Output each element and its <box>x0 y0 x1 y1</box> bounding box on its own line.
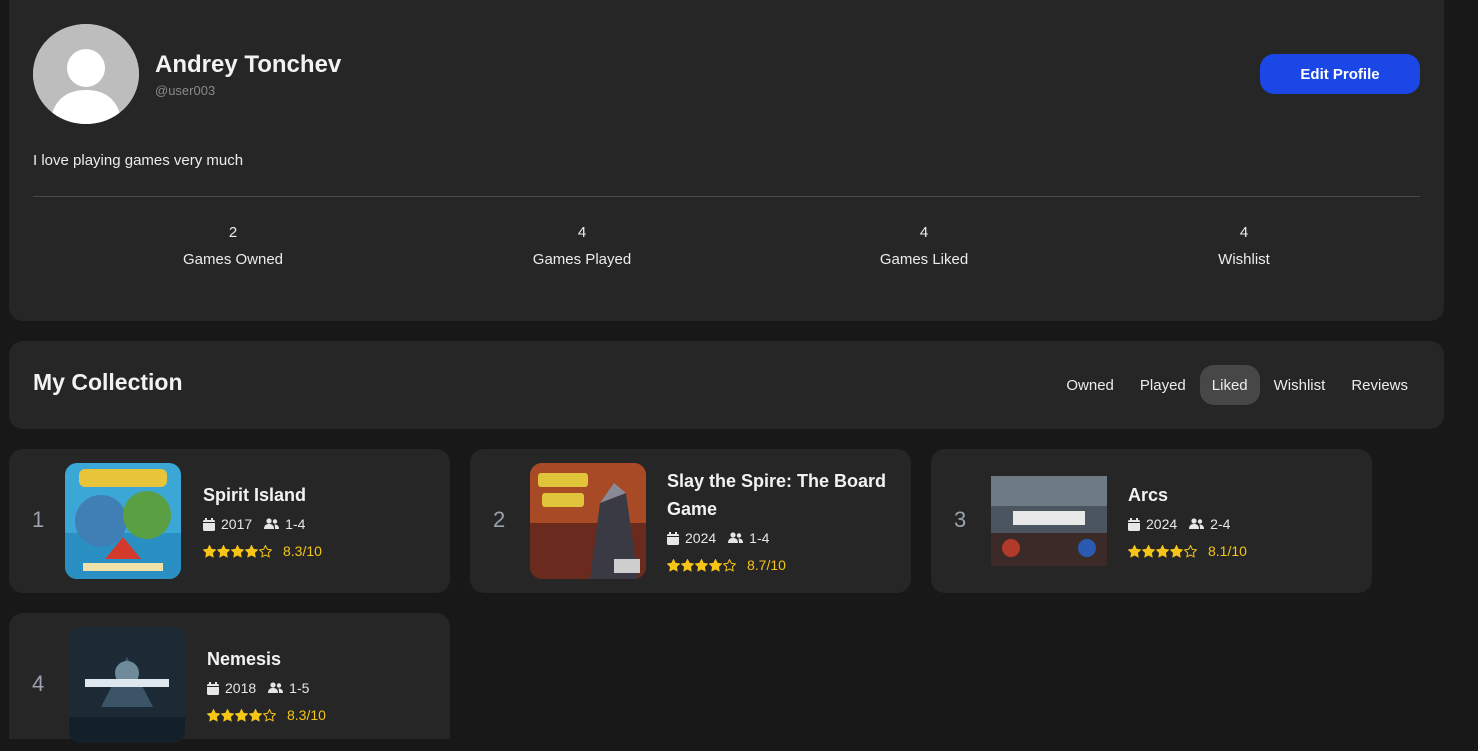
star-filled-icon <box>709 558 722 572</box>
calendar-icon <box>207 681 219 695</box>
tab-wishlist[interactable]: Wishlist <box>1262 365 1338 405</box>
game-card-nemesis[interactable]: 4 Nemesis 2018 1-5 8.3/10 <box>9 613 450 743</box>
game-title[interactable]: Slay the Spire: The Board Game <box>667 467 887 523</box>
game-rating: 8.1/10 <box>1128 543 1247 559</box>
star-filled-icon <box>231 544 244 558</box>
game-cover-image[interactable] <box>65 463 181 579</box>
star-filled-icon <box>667 558 680 572</box>
game-meta: 2017 1-4 <box>203 516 305 532</box>
tab-liked[interactable]: Liked <box>1199 365 1260 405</box>
game-card-slay-the-spire[interactable]: 2 Slay the Spire: The Board Game 2024 1-… <box>470 449 911 593</box>
game-year: 2024 <box>685 530 717 546</box>
game-rating-score: 8.7/10 <box>747 557 786 573</box>
collection-title: My Collection <box>33 369 183 395</box>
game-meta: 2024 2-4 <box>1128 516 1230 532</box>
stat-value: 2 <box>228 224 238 241</box>
game-players: 1-4 <box>749 530 770 546</box>
game-rank: 3 <box>954 507 967 532</box>
stat-label: Games Liked <box>879 251 969 268</box>
stat-label: Wishlist <box>1218 251 1270 268</box>
star-filled-icon <box>203 544 216 558</box>
game-rating: 8.3/10 <box>207 707 326 723</box>
star-filled-icon <box>245 544 258 558</box>
game-card-spirit-island[interactable]: 1 Spirit Island 2017 1-4 8.3/10 <box>9 449 450 593</box>
game-players: 2-4 <box>1210 516 1231 532</box>
star-filled-icon <box>1128 544 1141 558</box>
stat-games-played: 4 Games Played <box>482 224 682 268</box>
star-outline-icon <box>263 708 276 722</box>
star-filled-icon <box>235 708 248 722</box>
edit-profile-button[interactable]: Edit Profile <box>1260 54 1420 94</box>
collection-tabs: Owned Played Liked Wishlist Reviews <box>1054 365 1420 405</box>
stat-value: 4 <box>577 224 587 241</box>
players-icon <box>264 518 280 529</box>
calendar-icon <box>667 531 679 545</box>
game-meta: 2024 1-4 <box>667 530 769 546</box>
avatar[interactable] <box>33 24 139 124</box>
game-rating: 8.3/10 <box>203 543 322 559</box>
profile-card: Andrey Tonchev @user003 Edit Profile I l… <box>9 0 1444 321</box>
game-cover-image[interactable] <box>69 627 185 743</box>
stat-value: 4 <box>919 224 929 241</box>
game-year: 2024 <box>1146 516 1178 532</box>
game-rank: 4 <box>32 671 45 696</box>
game-meta: 2018 1-5 <box>207 680 309 696</box>
collection-header: My Collection Owned Played Liked Wishlis… <box>9 341 1444 429</box>
game-rating: 8.7/10 <box>667 557 786 573</box>
star-filled-icon <box>1156 544 1169 558</box>
stat-games-liked: 4 Games Liked <box>824 224 1024 268</box>
user-silhouette-icon <box>33 24 139 124</box>
stat-wishlist: 4 Wishlist <box>1144 224 1344 268</box>
star-filled-icon <box>221 708 234 722</box>
players-icon <box>728 532 744 543</box>
stat-label: Games Owned <box>182 251 284 268</box>
game-rating-score: 8.3/10 <box>287 707 326 723</box>
profile-handle: @user003 <box>155 83 216 98</box>
tab-played[interactable]: Played <box>1128 365 1198 405</box>
game-players: 1-4 <box>285 516 306 532</box>
stat-games-owned: 2 Games Owned <box>133 224 333 268</box>
star-filled-icon <box>1142 544 1155 558</box>
game-rating-score: 8.3/10 <box>283 543 322 559</box>
calendar-icon <box>203 517 215 531</box>
game-title[interactable]: Spirit Island <box>203 481 423 509</box>
profile-bio: I love playing games very much <box>33 152 244 169</box>
players-icon <box>1189 518 1205 529</box>
stat-label: Games Played <box>532 251 632 268</box>
star-outline-icon <box>259 544 272 558</box>
divider <box>33 196 1420 197</box>
star-filled-icon <box>1170 544 1183 558</box>
game-rank: 2 <box>493 507 506 532</box>
tab-reviews[interactable]: Reviews <box>1339 365 1420 405</box>
star-filled-icon <box>695 558 708 572</box>
profile-name: Andrey Tonchev <box>155 51 342 78</box>
star-filled-icon <box>217 544 230 558</box>
game-title[interactable]: Arcs <box>1128 481 1348 509</box>
stat-value: 4 <box>1239 224 1249 241</box>
game-players: 1-5 <box>289 680 310 696</box>
star-filled-icon <box>249 708 262 722</box>
game-year: 2018 <box>225 680 257 696</box>
star-outline-icon <box>1184 544 1197 558</box>
game-cover-image[interactable] <box>530 463 646 579</box>
star-filled-icon <box>207 708 220 722</box>
game-rank: 1 <box>32 507 45 532</box>
game-card-arcs[interactable]: 3 Arcs 2024 2-4 8.1/10 <box>931 449 1372 593</box>
game-year: 2017 <box>221 516 253 532</box>
players-icon <box>268 682 284 693</box>
star-outline-icon <box>723 558 736 572</box>
game-title[interactable]: Nemesis <box>207 645 427 673</box>
tab-owned[interactable]: Owned <box>1054 365 1126 405</box>
game-cover-image[interactable] <box>991 463 1107 579</box>
game-rating-score: 8.1/10 <box>1208 543 1247 559</box>
calendar-icon <box>1128 517 1140 531</box>
star-filled-icon <box>681 558 694 572</box>
